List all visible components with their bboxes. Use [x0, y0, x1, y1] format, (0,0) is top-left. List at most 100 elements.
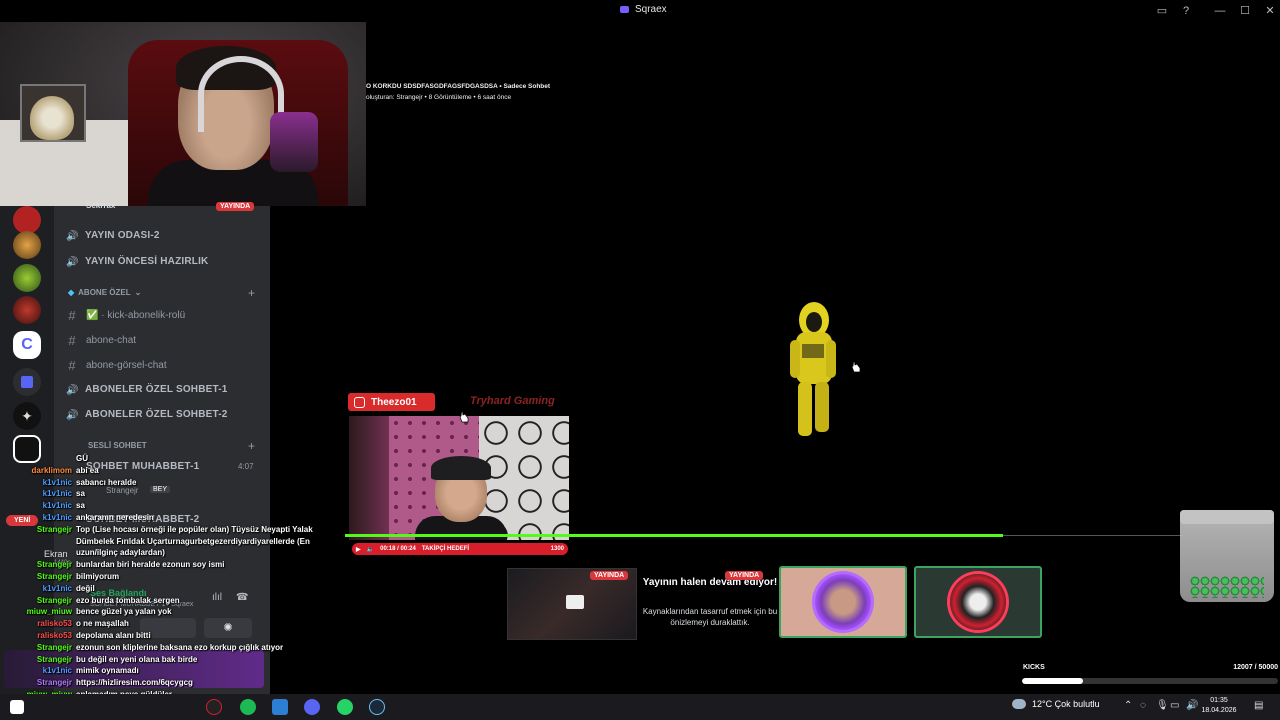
chat-username: Strangejr [36, 654, 72, 664]
bar-time: 00:18 / 00:24 [380, 546, 416, 552]
notification-icon[interactable]: ▤ [1254, 700, 1263, 711]
compass-icon[interactable]: ✦ [13, 402, 41, 430]
text-channel[interactable]: # ✅ · kick-abonelik-rolü [66, 308, 185, 323]
network-icon[interactable]: ◌ [1140, 700, 1146, 711]
play-icon[interactable]: ▶ [356, 546, 361, 553]
stream-progress [345, 534, 1003, 537]
avatar [950, 574, 1006, 630]
chat-message: Dümbelek Fırıldak Uçarturnagurbetgezerdi… [22, 537, 310, 547]
maximize-button[interactable]: ☐ [1237, 3, 1253, 19]
help-icon[interactable]: ? [1178, 3, 1194, 19]
spotify-icon[interactable] [240, 699, 256, 715]
chat-username: k1v1nic [42, 583, 72, 593]
chat-username: Strangejr [36, 678, 72, 688]
speaker-icon: 🔊 [66, 384, 79, 396]
chat-message: Strangejr ezonun son kliplerine baksana e… [22, 643, 283, 653]
minimize-button[interactable]: — [1212, 3, 1228, 19]
chat-message: miuw_miuw bence güzel ya yalan yok [22, 607, 172, 617]
kicks-count: 12007 / 50000 [1233, 664, 1278, 671]
participant-card[interactable] [779, 566, 907, 638]
chat-message: k1v1nic ankaranın neredesin [22, 513, 154, 523]
voice-channel[interactable]: 🔊 ABONELER ÖZEL SOHBET-1 [66, 384, 228, 396]
chat-text: mimik oynamadı [76, 666, 139, 676]
chat-text: bu değil en yeni olana bak birde [76, 654, 198, 664]
chat-text: https://hizliresim.com/6qcygcg [76, 678, 193, 688]
start-icon[interactable] [10, 700, 24, 714]
hazmat-character: ??? [790, 302, 836, 436]
chat-text: ezonun son kliplerine baksana ezo korkup… [76, 642, 284, 652]
chat-message: k1v1nic sa [22, 489, 85, 499]
window-title: Sqraex [620, 4, 667, 15]
chat-message: ralisko53 depolama alanı bitti [22, 631, 151, 641]
picture-in-picture-icon[interactable]: ▭ [1154, 3, 1170, 19]
server-icon[interactable] [13, 231, 41, 259]
speaker-icon: 🔊 [66, 230, 79, 242]
chat-username: k1v1nic [42, 501, 72, 511]
server-icon[interactable] [13, 206, 41, 234]
chat-text: abi ea [76, 465, 99, 475]
participant-card[interactable] [914, 566, 1042, 638]
streamer-webcam [0, 0, 366, 206]
stream-info: O KORKDU SDSDFASGDFAGSFDGASDSA • Sadece … [366, 81, 550, 103]
chat-username: k1v1nic [42, 513, 72, 522]
obs-icon[interactable] [206, 699, 222, 715]
chevron-up-icon[interactable]: ⌃ [1124, 700, 1132, 711]
folder-icon[interactable] [13, 368, 41, 396]
chat-message: darklimom abi ea [22, 466, 99, 476]
chat-text: depolama alanı bitti [76, 631, 151, 640]
clock[interactable]: 01:35 18.04.2026 [1196, 696, 1242, 716]
steam-icon[interactable] [369, 699, 385, 715]
weather-widget[interactable]: 12°C Çok bulutlu [1012, 699, 1100, 709]
chat-message: GÜ [22, 454, 88, 464]
instagram-icon [354, 396, 365, 408]
chat-username: k1v1nic [42, 666, 72, 676]
chat-text: uzun/ilginç adaylardan) [76, 548, 165, 558]
chat-message: ralisko53 o ne maşallah [22, 619, 129, 629]
chat-message: Strangejr https://hizliresim.com/6qcygcg [22, 678, 193, 688]
chat-username: ralisko53 [37, 619, 72, 629]
follower-goal-bar: ▶ 🔈 00:18 / 00:24 TAKİPÇİ HEDEFİ 1300 [352, 543, 568, 555]
volume-icon[interactable]: 🔈 [367, 546, 374, 553]
text-channel[interactable]: # abone-görsel-chat [66, 358, 166, 373]
add-channel-icon[interactable]: + [248, 286, 255, 300]
live-user[interactable]: Sekrrax [86, 201, 115, 210]
category-header[interactable]: ◆ ABONE ÖZEL ⌄ [68, 288, 141, 297]
server-icon[interactable] [13, 264, 41, 292]
chat-message: k1v1nic sa [22, 501, 85, 511]
chat-text: değil [76, 583, 95, 593]
speaker-icon: 🔊 [66, 409, 79, 421]
close-button[interactable]: ✕ [1262, 3, 1278, 19]
discord-icon[interactable] [304, 699, 320, 715]
chat-text: o ne maşallah [76, 619, 129, 629]
chat-text: sa [76, 489, 85, 499]
server-icon[interactable]: C [13, 331, 41, 359]
chat-message: Strangejr bu değil en yeni olana bak bird… [22, 655, 197, 665]
chat-text: sabancı heralde [76, 477, 137, 487]
voice-channel[interactable]: 🔊 ABONELER ÖZEL SOHBET-2 [66, 409, 228, 421]
live-badge: YAYINDA [725, 571, 764, 580]
whatsapp-icon[interactable] [337, 699, 353, 715]
bar-count: 1300 [550, 546, 564, 552]
battery-icon[interactable]: ▭ [1170, 700, 1179, 711]
app-icon [620, 6, 629, 13]
chat-username: k1v1nic [42, 489, 72, 499]
text-channel[interactable]: # abone-chat [66, 333, 136, 348]
voice-channel[interactable]: 🔊 YAYIN ODASI-2 [66, 230, 160, 242]
chat-message: k1v1nic değil [22, 584, 95, 594]
stream-meta: oluşturan: Strangejr • 8 Görüntüleme • 6… [366, 94, 512, 101]
kicks-progress-fill [1022, 678, 1084, 684]
chat-username: k1v1nic [42, 477, 72, 487]
chat-text: ankaranın neredesin [76, 513, 154, 522]
title-bar: Sqraex ▭ ? — ☐ ✕ [0, 0, 1280, 22]
chat-message: Strangejr ezo burda tombalak sergen [22, 596, 180, 606]
app-icon[interactable] [272, 699, 288, 715]
microphone-icon[interactable]: 🎙 [1156, 700, 1169, 711]
server-icon[interactable] [13, 296, 41, 324]
voice-channel[interactable]: 🔊 YAYIN ÖNCESİ HAZIRLIK [66, 256, 208, 268]
guest-handle: Theezo01 [348, 393, 435, 411]
chat-text: bence güzel ya yalan yok [76, 607, 172, 617]
chat-overlay: GÜ darklimom abi ea k1v1nic sabancı heralde k… [0, 440, 330, 720]
chat-message: k1v1nic sabancı heralde [22, 477, 137, 488]
chat-text: Top (Lise hocası örneği ile popüler olan… [76, 524, 313, 534]
bar-goal: TAKİPÇİ HEDEFİ [421, 546, 470, 552]
